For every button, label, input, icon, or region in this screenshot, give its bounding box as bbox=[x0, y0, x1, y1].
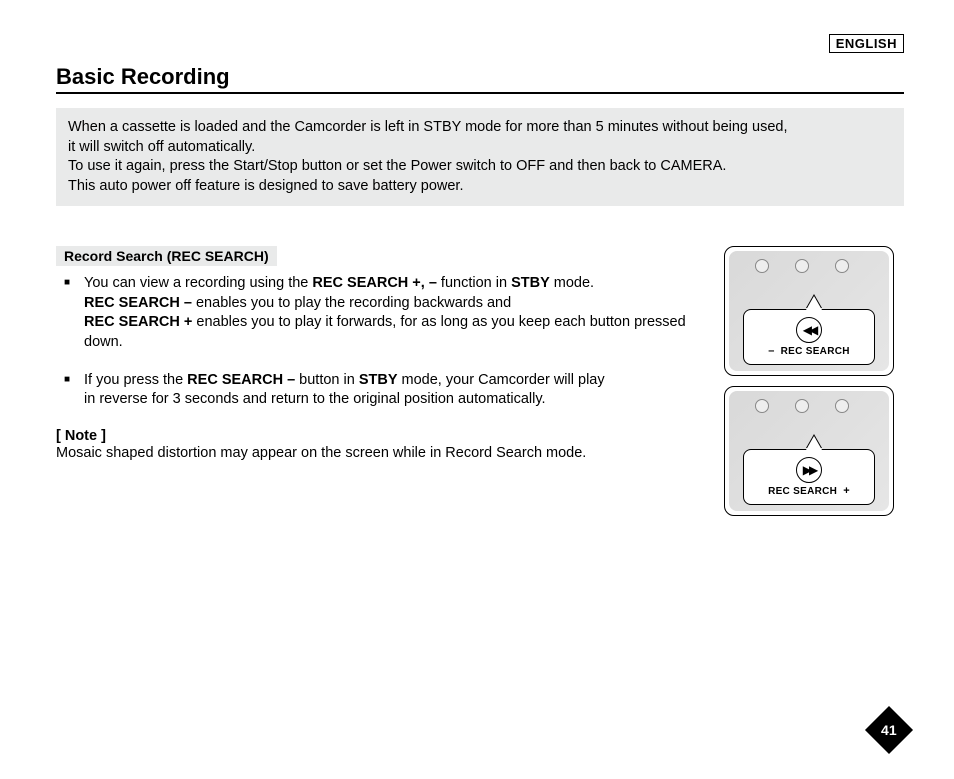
text-bold: STBY bbox=[511, 275, 550, 291]
text-bold: REC SEARCH +, – bbox=[312, 275, 437, 291]
plus-icon: + bbox=[843, 485, 850, 497]
text: button in bbox=[295, 372, 359, 388]
text-bold: STBY bbox=[359, 372, 398, 388]
language-badge: ENGLISH bbox=[829, 34, 904, 53]
info-line: When a cassette is loaded and the Camcor… bbox=[68, 118, 892, 138]
text: mode. bbox=[550, 275, 594, 291]
manual-page: ENGLISH Basic Recording When a cassette … bbox=[0, 0, 954, 779]
callout-label: – REC SEARCH bbox=[768, 345, 850, 357]
content-row: Record Search (REC SEARCH) You can view … bbox=[56, 246, 904, 526]
text-bold: REC SEARCH – bbox=[84, 295, 192, 311]
text-bold: REC SEARCH + bbox=[84, 314, 192, 330]
page-number-badge: 41 bbox=[865, 706, 913, 754]
text: If you press the bbox=[84, 372, 187, 388]
info-line: To use it again, press the Start/Stop bu… bbox=[68, 157, 892, 177]
minus-icon: – bbox=[768, 345, 774, 357]
text: function in bbox=[437, 275, 511, 291]
text-bold: REC SEARCH – bbox=[187, 372, 295, 388]
rewind-icon: ◀◀ bbox=[796, 317, 822, 343]
text: mode, your Camcorder will play bbox=[398, 372, 605, 388]
bullet-item: You can view a recording using the REC S… bbox=[56, 274, 714, 352]
info-line: This auto power off feature is designed … bbox=[68, 177, 892, 197]
info-box: When a cassette is loaded and the Camcor… bbox=[56, 108, 904, 206]
info-line: it will switch off automatically. bbox=[68, 138, 892, 158]
text: enables you to play the recording backwa… bbox=[192, 295, 511, 311]
fast-forward-icon: ▶▶ bbox=[796, 457, 822, 483]
page-number: 41 bbox=[881, 722, 897, 738]
content-left: Record Search (REC SEARCH) You can view … bbox=[56, 246, 724, 526]
figure-rec-search-plus: ▶▶ REC SEARCH + bbox=[724, 386, 894, 516]
callout-text: REC SEARCH bbox=[781, 346, 850, 357]
callout: ◀◀ – REC SEARCH bbox=[743, 309, 875, 365]
note-text: Mosaic shaped distortion may appear on t… bbox=[56, 444, 714, 464]
callout-label: REC SEARCH + bbox=[768, 485, 850, 497]
page-title: Basic Recording bbox=[56, 64, 904, 90]
text: in reverse for 3 seconds and return to t… bbox=[84, 391, 546, 407]
title-rule bbox=[56, 92, 904, 94]
callout: ▶▶ REC SEARCH + bbox=[743, 449, 875, 505]
subheading: Record Search (REC SEARCH) bbox=[56, 246, 277, 266]
note-label: [ Note ] bbox=[56, 428, 714, 444]
bullet-list: You can view a recording using the REC S… bbox=[56, 274, 714, 409]
bullet-item: If you press the REC SEARCH – button in … bbox=[56, 371, 714, 410]
text: You can view a recording using the bbox=[84, 275, 312, 291]
figure-rec-search-minus: ◀◀ – REC SEARCH bbox=[724, 246, 894, 376]
content-right: ◀◀ – REC SEARCH ▶▶ REC SEARCH + bbox=[724, 246, 904, 526]
callout-text: REC SEARCH bbox=[768, 486, 837, 497]
